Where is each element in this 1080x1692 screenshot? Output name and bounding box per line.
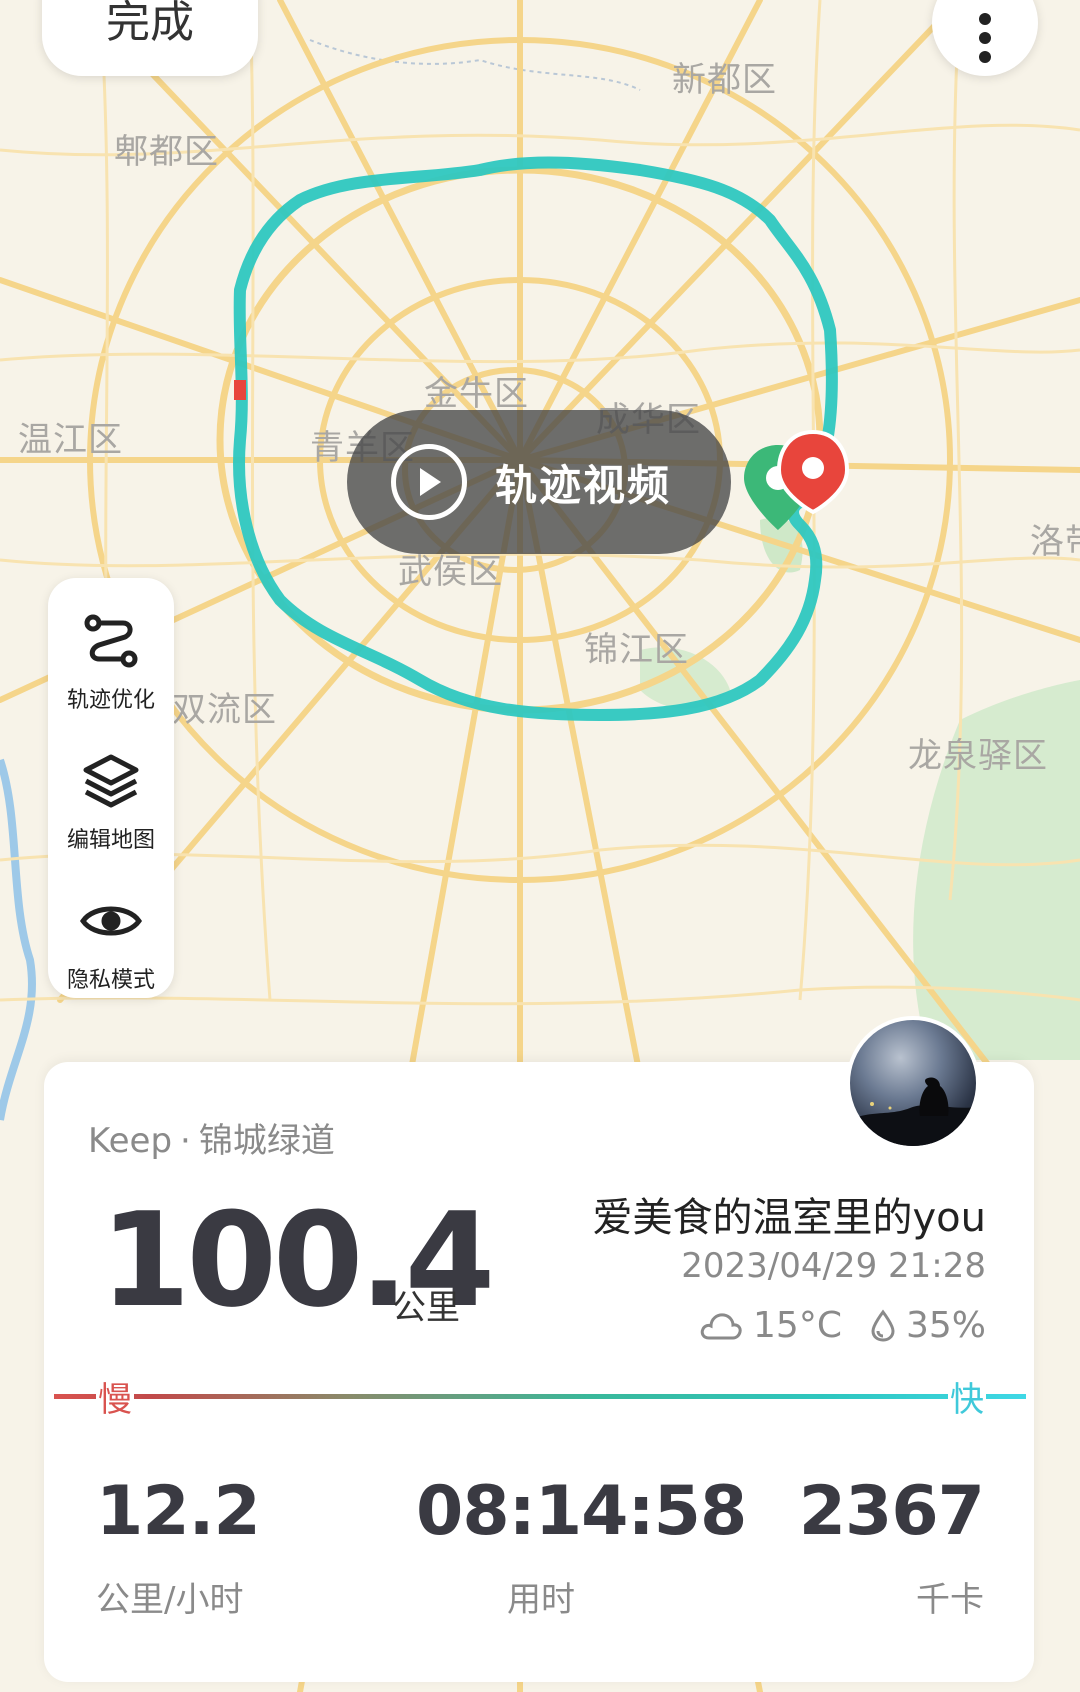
calories-value: 2367 [798,1472,985,1551]
layers-icon [78,748,144,814]
tool-label: 隐私模式 [66,968,155,993]
play-icon [391,444,467,520]
district-label: 温江区 [18,420,123,460]
activity-datetime: 2023/04/29 21:28 [681,1246,986,1286]
activity-source: Keep · 锦城绿道 [88,1113,335,1162]
metric-calories: 2367 千卡 [798,1472,985,1621]
eye-icon [78,888,144,954]
track-video-button[interactable]: 轨迹视频 [347,410,731,554]
calories-unit: 千卡 [916,1580,984,1620]
metric-speed: 12.2 公里/小时 [96,1472,261,1621]
track-video-label: 轨迹视频 [495,460,672,510]
humidity: 35% [905,1305,986,1346]
pace-slow-label: 慢 [96,1372,134,1421]
tool-label: 轨迹优化 [66,688,155,713]
temperature: 15°C [753,1305,842,1346]
pace-fast-label: 快 [948,1372,986,1421]
tool-label: 编辑地图 [66,828,155,853]
map-tools-panel: 轨迹优化 编辑地图 隐私模式 [48,578,174,998]
avatar[interactable] [846,1016,980,1150]
distance-unit: 公里 [392,1288,460,1328]
pace-gradient-bar [54,1394,1026,1399]
speed-value: 12.2 [96,1472,261,1551]
district-label: 洛带 [1030,522,1080,562]
app-name: Keep [88,1121,173,1161]
district-label: 新都区 [672,60,777,100]
metric-duration: 08:14:58 用时 [416,1472,747,1621]
district-label: 郫都区 [114,132,219,172]
more-vertical-icon [979,13,991,63]
done-button[interactable]: 完成 [42,0,258,76]
speed-unit: 公里/小时 [96,1580,244,1620]
district-label: 金牛区 [424,374,529,414]
district-label: 龙泉驿区 [908,736,1048,776]
username[interactable]: 爱美食的温室里的you [593,1185,987,1243]
route-optimize-icon [78,608,144,674]
duration-unit: 用时 [507,1580,575,1620]
humidity-drop-icon [871,1309,895,1342]
weather-info: 15°C 35% [699,1305,986,1346]
screen: 新都区 郫都区 温江区 金牛区 成华区 青羊区 武侯区 锦江区 双流区 龙泉驿区… [0,0,1080,1692]
route-name: 锦城绿道 [198,1121,335,1161]
district-label: 锦江区 [584,630,689,670]
district-label: 双流区 [172,690,277,730]
separator: · [180,1121,191,1161]
tool-edit-map[interactable]: 编辑地图 [67,748,155,854]
tool-route-optimize[interactable]: 轨迹优化 [67,608,155,714]
tool-privacy-mode[interactable]: 隐私模式 [67,888,155,994]
cloud-icon [700,1312,742,1339]
duration-value: 08:14:58 [416,1472,747,1551]
